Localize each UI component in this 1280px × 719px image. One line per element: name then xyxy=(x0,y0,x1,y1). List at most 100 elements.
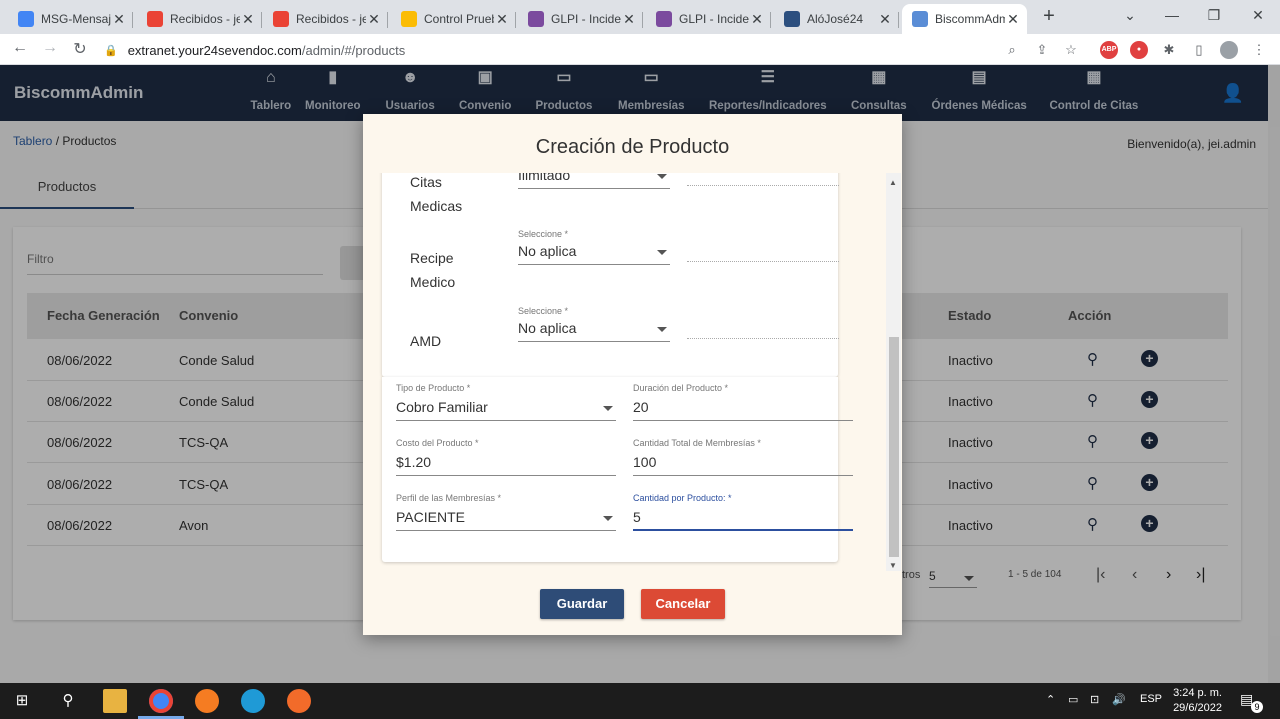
reload-icon[interactable]: ↻ xyxy=(70,39,90,59)
chevron-down-icon xyxy=(657,174,667,179)
service-extra-field[interactable] xyxy=(687,338,839,339)
browser-tab[interactable]: Recibidos - je ✕ xyxy=(137,4,262,34)
postman-icon[interactable] xyxy=(287,689,311,713)
duracion-input[interactable]: 20 xyxy=(633,399,649,415)
extensions-puzzle-icon[interactable]: ✱ xyxy=(1160,41,1178,59)
service-select-underline xyxy=(518,188,670,189)
service-name-line1: Recipe xyxy=(410,250,454,266)
volume-icon[interactable]: 🔊 xyxy=(1112,693,1126,706)
browser-tab[interactable]: MSG-Mensaj ✕ xyxy=(8,4,133,34)
service-select-underline xyxy=(518,264,670,265)
back-icon[interactable]: ← xyxy=(10,39,30,57)
cantidad-total-input[interactable]: 100 xyxy=(633,454,656,470)
tab-separator xyxy=(261,12,262,28)
chevron-down-icon xyxy=(603,516,613,521)
close-tab-icon[interactable]: ✕ xyxy=(494,11,510,28)
alojose-icon xyxy=(784,11,800,27)
url-field[interactable]: 🔒 extranet.your24sevendoc.com /admin/#/p… xyxy=(104,39,405,61)
forward-icon[interactable]: → xyxy=(40,39,60,57)
firefox-icon[interactable] xyxy=(195,689,219,713)
service-extra-field[interactable] xyxy=(687,185,839,186)
language-indicator[interactable]: ESP xyxy=(1140,693,1162,705)
duracion-underline xyxy=(633,420,853,421)
browser-tab[interactable]: AlóJosé24 ✕ xyxy=(774,4,899,34)
tab-title: GLPI - Incider xyxy=(679,12,749,26)
cantidad-total-underline xyxy=(633,475,853,476)
close-tab-icon[interactable]: ✕ xyxy=(111,11,127,28)
close-tab-icon[interactable]: ✕ xyxy=(877,11,893,28)
service-extra-field[interactable] xyxy=(687,261,839,262)
browser-tab[interactable]: Control Prueb ✕ xyxy=(391,4,516,34)
browser-tab[interactable]: BiscommAdm ✕ xyxy=(902,4,1027,34)
scroll-down-icon[interactable]: ▼ xyxy=(889,561,897,570)
service-select[interactable]: No aplica xyxy=(518,243,576,259)
duracion-label: Duración del Producto * xyxy=(633,383,729,393)
docs-icon xyxy=(18,11,34,27)
chrome-icon[interactable] xyxy=(149,689,173,713)
browser-tab[interactable]: GLPI - Incider ✕ xyxy=(646,4,771,34)
browser-tab[interactable]: GLPI - Incider ✕ xyxy=(518,4,643,34)
costo-input[interactable]: $1.20 xyxy=(396,454,431,470)
save-button[interactable]: Guardar xyxy=(540,589,624,619)
extension-red-icon[interactable]: ● xyxy=(1130,41,1148,59)
lock-icon: 🔒 xyxy=(104,44,118,57)
service-name-line2: Medico xyxy=(410,274,456,290)
maximize-button[interactable]: ❐ xyxy=(1192,4,1236,26)
bookmark-star-icon[interactable]: ☆ xyxy=(1062,41,1080,59)
close-tab-icon[interactable]: ✕ xyxy=(1005,11,1021,28)
cantidad-total-label: Cantidad Total de Membresías * xyxy=(633,438,761,448)
close-tab-icon[interactable]: ✕ xyxy=(749,11,765,28)
service-name: Recipe Medico xyxy=(410,246,455,294)
service-select[interactable]: Ilimitado xyxy=(518,173,570,183)
tab-search-icon[interactable]: ⌄ xyxy=(1108,4,1152,26)
perfil-select[interactable]: PACIENTE xyxy=(396,509,465,525)
tab-title: MSG-Mensaj xyxy=(41,12,111,26)
address-bar: ← → ↻ 🔒 extranet.your24sevendoc.com /adm… xyxy=(0,34,1280,65)
menu-kebab-icon[interactable]: ⋮ xyxy=(1250,41,1268,59)
tipo-producto-select[interactable]: Cobro Familiar xyxy=(396,399,488,415)
close-tab-icon[interactable]: ✕ xyxy=(621,11,637,28)
file-explorer-icon[interactable] xyxy=(103,689,127,713)
zoom-icon[interactable]: ⌕ xyxy=(1003,41,1021,59)
windows-start-icon[interactable]: ⊞ xyxy=(10,689,34,713)
browser-tab[interactable]: Recibidos - je ✕ xyxy=(263,4,388,34)
edge-icon[interactable] xyxy=(241,689,265,713)
drive-icon xyxy=(401,11,417,27)
dialog-scroll-thumb[interactable] xyxy=(889,337,899,557)
cancel-button[interactable]: Cancelar xyxy=(641,589,725,619)
dialog-title: Creación de Producto xyxy=(535,136,730,158)
create-product-dialog: Creación de Producto Citas Medicas Ilimita… xyxy=(363,114,902,635)
network-icon[interactable]: ⊡ xyxy=(1090,693,1099,706)
profile-avatar-icon[interactable] xyxy=(1220,41,1238,59)
new-tab-button[interactable]: + xyxy=(1038,6,1060,28)
chevron-up-icon[interactable]: ⌃ xyxy=(1046,693,1055,706)
minimize-button[interactable]: — xyxy=(1150,4,1194,26)
notification-count-badge: 9 xyxy=(1251,701,1263,713)
gmail-icon xyxy=(273,11,289,27)
adblock-icon[interactable]: ABP xyxy=(1100,41,1118,59)
scroll-up-icon[interactable]: ▲ xyxy=(889,178,897,187)
service-select-underline xyxy=(518,341,670,342)
service-name-line1: Citas xyxy=(410,174,442,190)
close-window-button[interactable]: ✕ xyxy=(1236,4,1280,26)
tipo-producto-label: Tipo de Producto * xyxy=(396,383,471,393)
clock-time: 3:24 p. m. xyxy=(1173,687,1222,699)
clock[interactable]: 3:24 p. m. 29/6/2022 xyxy=(1173,686,1222,716)
tab-title: AlóJosé24 xyxy=(807,12,864,26)
share-icon[interactable]: ⇪ xyxy=(1033,41,1051,59)
service-select[interactable]: No aplica xyxy=(518,320,576,336)
cantidad-producto-input[interactable]: 5 xyxy=(633,509,641,525)
search-icon[interactable]: ⚲ xyxy=(56,689,80,713)
chevron-down-icon xyxy=(657,250,667,255)
close-tab-icon[interactable]: ✕ xyxy=(366,11,382,28)
tab-separator xyxy=(770,12,771,28)
cantidad-producto-underline xyxy=(633,529,853,531)
glpi-icon xyxy=(528,11,544,27)
tab-separator xyxy=(132,12,133,28)
tab-separator xyxy=(387,12,388,28)
battery-icon[interactable]: ▭ xyxy=(1068,693,1078,706)
close-tab-icon[interactable]: ✕ xyxy=(240,11,256,28)
side-panel-icon[interactable]: ▯ xyxy=(1190,41,1208,59)
service-select-label: Seleccione * xyxy=(518,229,569,239)
tab-title: BiscommAdm xyxy=(935,12,1005,26)
